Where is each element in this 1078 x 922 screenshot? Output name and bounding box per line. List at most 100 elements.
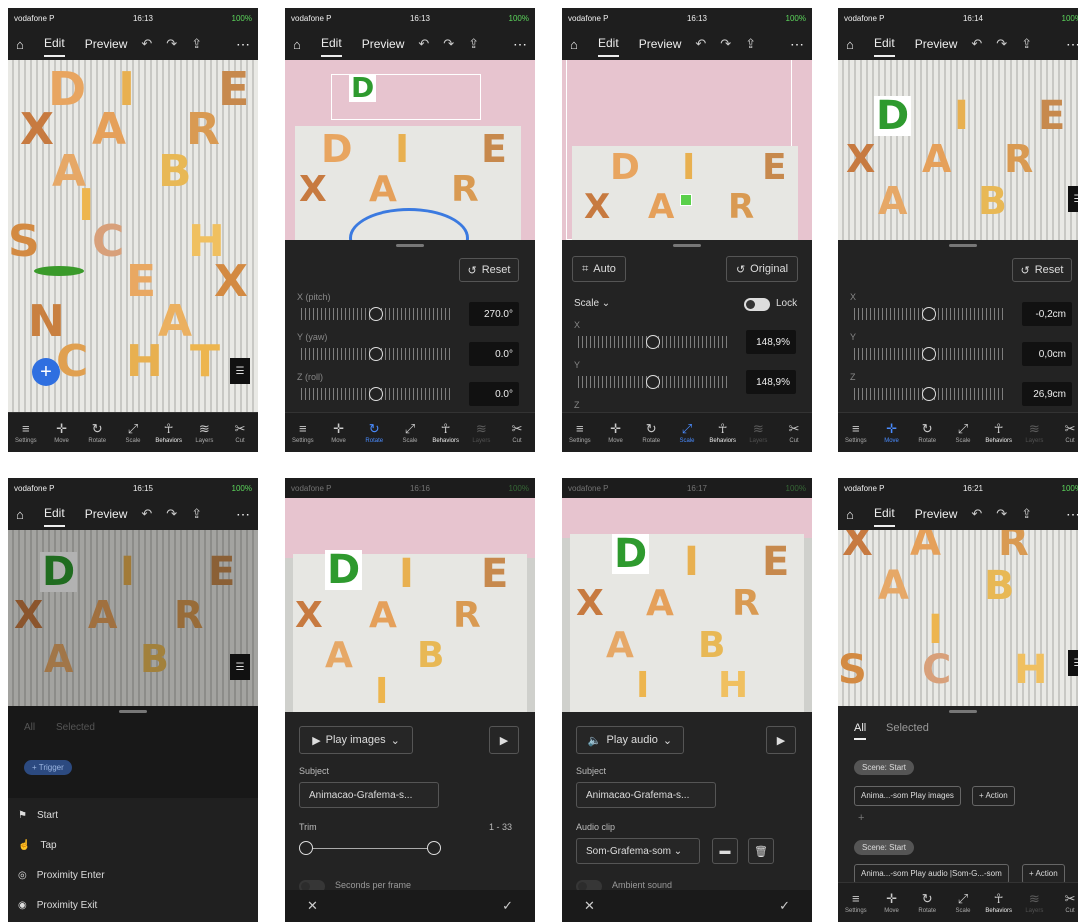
- layers-list-icon[interactable]: ☰: [1068, 650, 1078, 676]
- undo-icon[interactable]: ↶: [971, 36, 982, 52]
- redo-icon[interactable]: ↷: [996, 36, 1007, 52]
- more-icon[interactable]: ⋯: [513, 36, 527, 53]
- add-trigger-button[interactable]: + Trigger: [24, 760, 72, 775]
- clip-dropdown[interactable]: Som-Grafema-som ⌄: [576, 838, 700, 864]
- subject-field[interactable]: Animacao-Grafema-s...: [576, 782, 716, 808]
- more-icon[interactable]: ⋯: [790, 36, 804, 53]
- tool-behaviors[interactable]: ☥ Behaviors: [429, 422, 463, 444]
- more-icon[interactable]: ⋯: [236, 36, 250, 53]
- tool-move[interactable]: ✛ Move: [875, 892, 909, 914]
- green-d-object[interactable]: D: [40, 552, 78, 592]
- tab-selected[interactable]: Selected: [886, 722, 929, 734]
- tool-cut[interactable]: ✂ Cut: [223, 422, 257, 444]
- undo-icon[interactable]: ↶: [971, 506, 982, 522]
- drag-handle[interactable]: [673, 244, 701, 247]
- tab-edit[interactable]: Edit: [44, 506, 65, 527]
- tab-preview[interactable]: Preview: [915, 37, 958, 51]
- share-icon[interactable]: ⇪: [468, 36, 479, 52]
- green-d-object[interactable]: D: [349, 74, 377, 102]
- tool-settings[interactable]: ≡ Settings: [839, 422, 873, 444]
- tool-layers[interactable]: ≋ Layers: [1017, 892, 1051, 914]
- add-icon[interactable]: +: [858, 812, 864, 824]
- drag-handle[interactable]: [119, 710, 147, 713]
- tool-layers[interactable]: ≋ Layers: [464, 422, 498, 444]
- undo-icon[interactable]: ↶: [141, 506, 152, 522]
- tool-settings[interactable]: ≡ Settings: [563, 422, 597, 444]
- tool-layers[interactable]: ≋ Layers: [1017, 422, 1051, 444]
- roll-knob[interactable]: [369, 387, 383, 401]
- tab-edit[interactable]: Edit: [44, 36, 65, 57]
- share-icon[interactable]: ⇪: [191, 506, 202, 522]
- green-d-object[interactable]: D: [612, 534, 650, 574]
- folder-button[interactable]: ▬: [712, 838, 738, 864]
- menu-item-proximity-exit[interactable]: ◉ Proximity Exit: [18, 900, 97, 911]
- delete-button[interactable]: 🗑: [748, 838, 774, 864]
- preview-play-button[interactable]: ▶: [766, 726, 796, 754]
- tool-move[interactable]: ✛ Move: [599, 422, 633, 444]
- add-action-button[interactable]: + Action: [972, 786, 1015, 806]
- home-icon[interactable]: ⌂: [293, 37, 315, 52]
- close-icon[interactable]: ✕: [584, 898, 595, 914]
- green-d-object[interactable]: D: [325, 550, 363, 590]
- yaw-value[interactable]: 0.0°: [469, 342, 519, 366]
- share-icon[interactable]: ⇪: [1021, 36, 1032, 52]
- x-value[interactable]: -0,2cm: [1022, 302, 1072, 326]
- check-icon[interactable]: ✓: [502, 898, 513, 914]
- home-icon[interactable]: ⌂: [846, 507, 868, 522]
- undo-icon[interactable]: ↶: [695, 36, 706, 52]
- tab-all[interactable]: All: [24, 722, 35, 733]
- tool-rotate[interactable]: ↻ Rotate: [80, 422, 114, 444]
- ar-scene[interactable]: D I E X A R: [562, 60, 812, 240]
- x-knob[interactable]: [646, 335, 660, 349]
- z-value[interactable]: 26,9cm: [1022, 382, 1072, 406]
- layers-list-icon[interactable]: ☰: [230, 358, 250, 384]
- close-icon[interactable]: ✕: [307, 898, 318, 914]
- tab-edit[interactable]: Edit: [598, 36, 619, 57]
- tool-move[interactable]: ✛ Move: [875, 422, 909, 444]
- ar-scene[interactable]: D D I E X A R: [285, 60, 535, 240]
- layers-list-icon[interactable]: ☰: [1068, 186, 1078, 212]
- tab-preview[interactable]: Preview: [362, 37, 405, 51]
- drag-handle[interactable]: [949, 710, 977, 713]
- tool-scale[interactable]: ⤢ Scale: [116, 422, 150, 444]
- tab-edit[interactable]: Edit: [874, 36, 895, 57]
- tool-scale[interactable]: ⤢ Scale: [393, 422, 427, 444]
- tool-settings[interactable]: ≡ Settings: [9, 422, 43, 444]
- home-icon[interactable]: ⌂: [570, 37, 592, 52]
- more-icon[interactable]: ⋯: [1066, 506, 1078, 523]
- tool-rotate[interactable]: ↻ Rotate: [634, 422, 668, 444]
- menu-item-start[interactable]: ⚑ Start: [18, 810, 58, 821]
- y-knob[interactable]: [646, 375, 660, 389]
- tab-preview[interactable]: Preview: [915, 507, 958, 521]
- redo-icon[interactable]: ↷: [166, 506, 177, 522]
- tool-move[interactable]: ✛ Move: [45, 422, 79, 444]
- menu-item-proximity-enter[interactable]: ◎ Proximity Enter: [18, 870, 105, 881]
- auto-button[interactable]: ⌗ Auto: [572, 256, 626, 282]
- ar-scene[interactable]: D I E X A R A B: [838, 60, 1078, 240]
- drag-handle[interactable]: [949, 244, 977, 247]
- redo-icon[interactable]: ↷: [443, 36, 454, 52]
- tab-selected[interactable]: Selected: [56, 722, 95, 733]
- redo-icon[interactable]: ↷: [996, 506, 1007, 522]
- y-value[interactable]: 0,0cm: [1022, 342, 1072, 366]
- share-icon[interactable]: ⇪: [191, 36, 202, 52]
- check-icon[interactable]: ✓: [779, 898, 790, 914]
- tool-rotate[interactable]: ↻ Rotate: [910, 892, 944, 914]
- tool-cut[interactable]: ✂ Cut: [1053, 422, 1078, 444]
- reset-button[interactable]: ↺ Reset: [1012, 258, 1072, 282]
- ar-scene[interactable]: D I E X A R A B I H: [562, 498, 812, 712]
- home-icon[interactable]: ⌂: [16, 507, 38, 522]
- tool-move[interactable]: ✛ Move: [322, 422, 356, 444]
- tool-cut[interactable]: ✂ Cut: [777, 422, 811, 444]
- tool-behaviors[interactable]: ☥ Behaviors: [706, 422, 740, 444]
- trim-end-knob[interactable]: [427, 841, 441, 855]
- tool-layers[interactable]: ≋ Layers: [187, 422, 221, 444]
- redo-icon[interactable]: ↷: [720, 36, 731, 52]
- add-button[interactable]: +: [32, 358, 60, 386]
- tool-scale[interactable]: ⤢ Scale: [946, 892, 980, 914]
- x-value[interactable]: 148,9%: [746, 330, 796, 354]
- tool-scale[interactable]: ⤢ Scale: [946, 422, 980, 444]
- action-chip[interactable]: Anima...-som Play images: [854, 786, 961, 806]
- pitch-knob[interactable]: [369, 307, 383, 321]
- tab-edit[interactable]: Edit: [321, 36, 342, 57]
